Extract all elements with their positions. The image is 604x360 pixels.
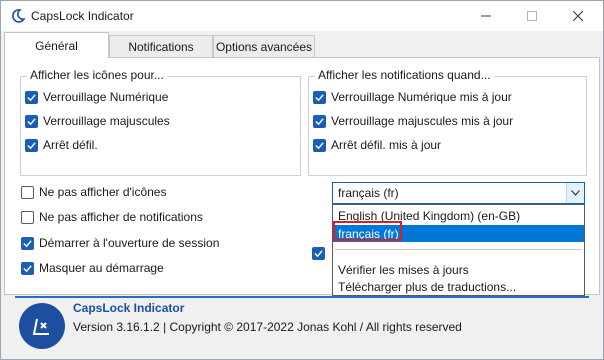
checkbox-label: Verrouillage majuscules mis à jour <box>331 114 514 128</box>
dropdown-download-translations[interactable]: Télécharger plus de traductions... <box>333 278 584 295</box>
checkbox-unchecked-icon <box>21 210 34 224</box>
checkbox-label: Démarrer à l'ouverture de session <box>39 236 220 250</box>
dropdown-check-updates[interactable]: Vérifier les mises à jours <box>333 261 584 278</box>
window-title: CapsLock Indicator <box>31 9 134 23</box>
app-logo <box>19 303 65 349</box>
checkbox-checked-icon <box>25 114 38 128</box>
checkbox-hide-notifications[interactable]: Ne pas afficher de notifications <box>21 210 203 224</box>
chevron-down-icon[interactable] <box>566 183 584 203</box>
close-icon <box>573 11 583 21</box>
close-button[interactable] <box>555 1 601 31</box>
maximize-button[interactable] <box>509 1 555 31</box>
about-footer: CapsLock Indicator Version 3.16.1.2 | Co… <box>1 295 603 359</box>
tab-notifications[interactable]: Notifications <box>109 35 213 57</box>
app-window: CapsLock Indicator Général Notifications… <box>0 0 604 360</box>
checkbox-checked-icon <box>313 90 326 104</box>
language-select[interactable]: français (fr) <box>332 182 585 204</box>
checkbox-caps-lock-icon[interactable]: Verrouillage majuscules <box>25 114 170 128</box>
checkbox-checked-icon <box>21 261 34 275</box>
checkbox-num-lock-notify[interactable]: Verrouillage Numérique mis à jour <box>313 90 512 104</box>
checkbox-checked-icon <box>313 138 326 152</box>
minimize-icon <box>481 15 491 17</box>
icons-group-title: Afficher les icônes pour... <box>27 68 167 82</box>
maximize-icon <box>527 11 537 21</box>
annotation-highlight-box <box>333 221 402 241</box>
footer-app-name: CapsLock Indicator <box>73 301 185 315</box>
title-bar[interactable]: CapsLock Indicator <box>1 1 603 31</box>
checkbox-label: Masquer au démarrage <box>39 261 164 275</box>
footer-divider <box>15 296 589 298</box>
general-panel: Afficher les icônes pour... Verrouillage… <box>4 57 600 296</box>
checkbox-unchecked-icon <box>21 185 34 199</box>
checkbox-checked-icon <box>313 114 326 128</box>
checkbox-label: Verrouillage Numérique mis à jour <box>331 90 512 104</box>
dropdown-separator <box>335 249 582 250</box>
checkbox-checked-icon <box>25 90 38 104</box>
checkbox-start-on-login[interactable]: Démarrer à l'ouverture de session <box>21 236 219 250</box>
tab-strip: Général Notifications Options avancées <box>1 31 603 58</box>
notifications-group-title: Afficher les notifications quand... <box>315 68 494 82</box>
icons-groupbox: Afficher les icônes pour... Verrouillage… <box>20 68 301 176</box>
checkbox-label: Ne pas afficher d'icônes <box>39 185 167 199</box>
checkbox-hide-on-start[interactable]: Masquer au démarrage <box>21 261 164 275</box>
checkbox-hide-icons[interactable]: Ne pas afficher d'icônes <box>21 185 166 199</box>
notifications-groupbox: Afficher les notifications quand... Verr… <box>308 68 587 176</box>
language-select-value: français (fr) <box>338 186 399 200</box>
capslock-logo-icon <box>32 318 49 335</box>
checkbox-scroll-lock-notify[interactable]: Arrêt défil. mis à jour <box>313 138 441 152</box>
checkbox-label: Ne pas afficher de notifications <box>39 210 203 224</box>
checkbox-label: Arrêt défil. <box>43 138 98 152</box>
checkbox-label: Verrouillage majuscules <box>43 114 170 128</box>
footer-copyright: Version 3.16.1.2 | Copyright © 2017-2022… <box>73 320 462 334</box>
hidden-checkbox[interactable] <box>312 247 325 260</box>
checkbox-scroll-lock-icon[interactable]: Arrêt défil. <box>25 138 98 152</box>
tab-advanced-options[interactable]: Options avancées <box>213 35 315 57</box>
checkbox-label: Arrêt défil. mis à jour <box>331 138 442 152</box>
moon-icon <box>12 9 25 23</box>
checkbox-num-lock-icon[interactable]: Verrouillage Numérique <box>25 90 168 104</box>
checkbox-caps-lock-notify[interactable]: Verrouillage majuscules mis à jour <box>313 114 513 128</box>
checkbox-label: Verrouillage Numérique <box>43 90 169 104</box>
checkbox-checked-icon <box>25 138 38 152</box>
checkbox-checked-icon <box>21 236 34 250</box>
language-dropdown-list: English (United Kingdom) (en-GB) françai… <box>332 204 585 296</box>
minimize-button[interactable] <box>463 1 509 31</box>
tab-general[interactable]: Général <box>4 32 109 58</box>
